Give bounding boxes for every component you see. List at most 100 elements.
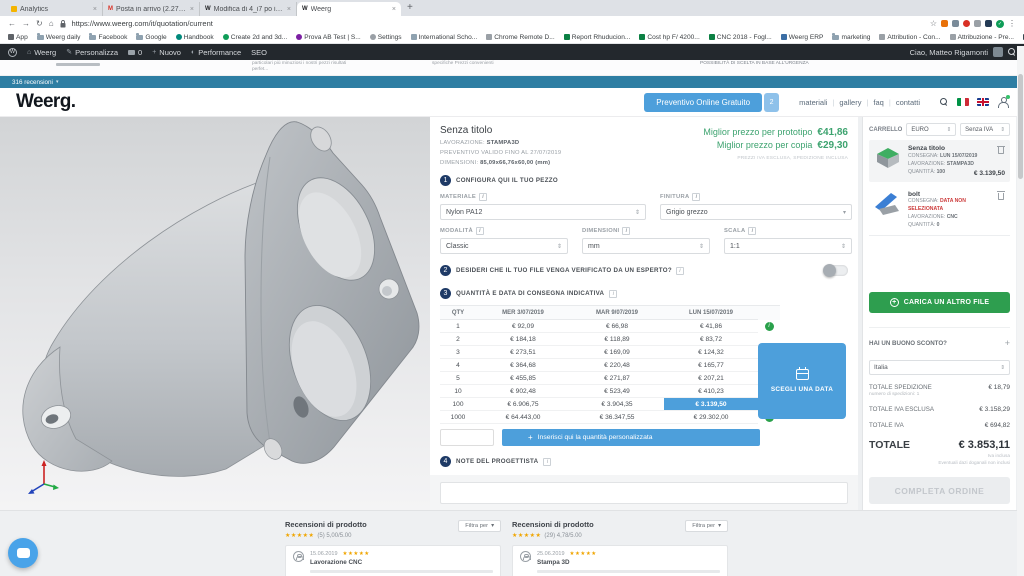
english-flag-icon[interactable] [977, 98, 989, 106]
home-icon[interactable]: ⌂ [49, 20, 54, 28]
wp-seo[interactable]: SEO [251, 48, 267, 57]
bookmark-cnc-2018[interactable]: CNC 2018 - Fogl... [709, 34, 772, 41]
price-cell[interactable]: € 184,18 [476, 333, 570, 346]
price-cell[interactable]: € 523,49 [570, 385, 664, 398]
reviews-count-text[interactable]: 316 recensioni [12, 79, 53, 86]
forward-icon[interactable]: → [22, 20, 30, 28]
scala-select[interactable]: 1:1⇕ [724, 238, 852, 254]
3d-viewer[interactable] [0, 117, 430, 510]
price-cell[interactable]: € 6.906,75 [476, 398, 570, 411]
wordpress-logo-icon[interactable]: W [8, 48, 17, 57]
bookmark-weerg-daily[interactable]: Weerg daily [37, 34, 81, 41]
extension-icon[interactable] [963, 20, 970, 27]
price-cell[interactable]: € 271,87 [570, 372, 664, 385]
designer-notes-input[interactable] [440, 482, 848, 504]
bookmark-cost-hp[interactable]: Cost hp F/ 4200... [639, 34, 699, 41]
price-cell[interactable]: € 41,86 [664, 320, 758, 333]
price-cell[interactable]: € 83,72 [664, 333, 758, 346]
extension-icon[interactable] [941, 20, 948, 27]
price-cell[interactable]: € 92,09 [476, 320, 570, 333]
nav-faq[interactable]: faq [873, 98, 883, 107]
close-icon[interactable]: × [287, 6, 291, 13]
filter-dropdown[interactable]: Filtra per▾ [685, 520, 728, 532]
cart-item[interactable]: bolt CONSEGNA: DATA NON SELEZIONATA LAVO… [869, 186, 1010, 236]
wp-new[interactable]: +Nuovo [152, 48, 181, 57]
trash-icon[interactable] [997, 145, 1005, 154]
bookmark-ab-test[interactable]: Prova AB Test | S... [296, 34, 361, 41]
bookmark-remote-desktop[interactable]: Chrome Remote D... [486, 34, 554, 41]
nav-materiali[interactable]: materiali [799, 98, 827, 107]
bookmark-international[interactable]: International Scho... [411, 34, 478, 41]
custom-qty-input[interactable] [440, 429, 494, 446]
materiale-select[interactable]: Nylon PA12⇕ [440, 204, 646, 220]
verify-toggle[interactable] [824, 265, 848, 276]
info-icon[interactable]: i [476, 227, 484, 235]
nav-contatti[interactable]: contatti [896, 98, 920, 107]
wp-site-menu[interactable]: ⌂Weerg [27, 48, 56, 57]
url-text[interactable]: https://www.weerg.com/it/quotation/curre… [72, 19, 213, 28]
price-cell[interactable]: € 455,85 [476, 372, 570, 385]
weerg-logo[interactable]: Weerg. [16, 91, 75, 113]
wp-performance[interactable]: ◐Performance [191, 48, 241, 57]
vat-mode-select[interactable]: Senza IVA⇕ [960, 123, 1010, 136]
price-cell[interactable]: € 410,23 [664, 385, 758, 398]
bookmark-weerg-erp[interactable]: Weerg ERP [781, 34, 824, 41]
info-icon[interactable]: i [543, 458, 551, 466]
bookmark-google[interactable]: Google [136, 34, 166, 41]
price-cell[interactable]: € 124,32 [664, 346, 758, 359]
bookmark-marketing[interactable]: marketing [832, 34, 870, 41]
price-cell[interactable]: € 29.302,00 [664, 411, 758, 424]
chrome-menu-icon[interactable]: ⋮ [1008, 20, 1016, 28]
scrollbar[interactable] [1017, 46, 1024, 576]
upload-file-button[interactable]: + CARICA UN ALTRO FILE [869, 292, 1010, 313]
info-icon[interactable]: i [748, 227, 756, 235]
tab-weerg-edit[interactable]: W Modifica di 4_i7 po in Weerg | × [200, 2, 297, 16]
new-tab-button[interactable]: + [407, 1, 413, 15]
reload-icon[interactable]: ↻ [36, 20, 43, 28]
custom-qty-banner[interactable]: + Inserisci qui la quantità personalizza… [502, 429, 760, 446]
cart-item[interactable]: Senza titolo CONSEGNA: LUN 15/07/2019 LA… [869, 140, 1010, 182]
scrollbar-thumb[interactable] [1018, 74, 1023, 179]
extension-icon[interactable] [952, 20, 959, 27]
price-cell[interactable]: € 207,21 [664, 372, 758, 385]
bookmark-facebook[interactable]: Facebook [89, 34, 127, 41]
free-quote-button[interactable]: Preventivo Online Gratuito [644, 93, 762, 112]
country-select[interactable]: Italia ⇕ [869, 360, 1010, 375]
modalita-select[interactable]: Classic⇕ [440, 238, 568, 254]
extension-icon[interactable]: ✓ [996, 20, 1004, 28]
info-icon[interactable]: i [765, 322, 774, 331]
finitura-select[interactable]: Grigio grezzo▾ [660, 204, 852, 220]
info-icon[interactable]: i [622, 227, 630, 235]
price-cell[interactable]: € 3.904,35 [570, 398, 664, 411]
bookmark-report[interactable]: Report Rhuducion... [564, 34, 631, 41]
info-icon[interactable]: i [479, 193, 487, 201]
info-icon[interactable]: i [609, 290, 617, 298]
price-cell[interactable]: € 273,51 [476, 346, 570, 359]
bookmark-settings[interactable]: Settings [370, 34, 402, 41]
bookmark-handbook[interactable]: Handbook [176, 34, 214, 41]
tab-gmail[interactable]: M Posta in arrivo (2.277) - rigen... × [103, 2, 200, 16]
tab-analytics[interactable]: Analytics × [6, 2, 103, 16]
selected-price-cell[interactable]: € 3.139,50 [664, 398, 758, 411]
wp-comments[interactable]: 0 [128, 48, 142, 57]
bookmark-apps[interactable]: App [8, 34, 28, 41]
tab-weerg-active[interactable]: W Weerg × [297, 2, 401, 16]
bookmark-attribuzione[interactable]: Attribuzione - Pre... [950, 34, 1014, 41]
search-icon[interactable] [940, 98, 949, 107]
price-cell[interactable]: € 36.347,55 [570, 411, 664, 424]
search-icon[interactable] [1008, 48, 1016, 56]
wp-greeting[interactable]: Ciao, Matteo Rigamonti [910, 48, 988, 57]
extension-icon[interactable] [974, 20, 981, 27]
bookmark-create[interactable]: Create 2d and 3d... [223, 34, 287, 41]
price-cell[interactable]: € 165,77 [664, 359, 758, 372]
info-icon[interactable]: i [676, 267, 684, 275]
coupon-row[interactable]: HAI UN BUONO SCONTO? + [869, 327, 1010, 348]
extension-icon[interactable] [985, 20, 992, 27]
nav-gallery[interactable]: gallery [839, 98, 861, 107]
chat-widget-button[interactable] [8, 538, 38, 568]
close-icon[interactable]: × [190, 6, 194, 13]
price-cell[interactable]: € 220,48 [570, 359, 664, 372]
italian-flag-icon[interactable] [957, 98, 969, 106]
price-cell[interactable]: € 118,89 [570, 333, 664, 346]
dimensioni-select[interactable]: mm⇕ [582, 238, 710, 254]
